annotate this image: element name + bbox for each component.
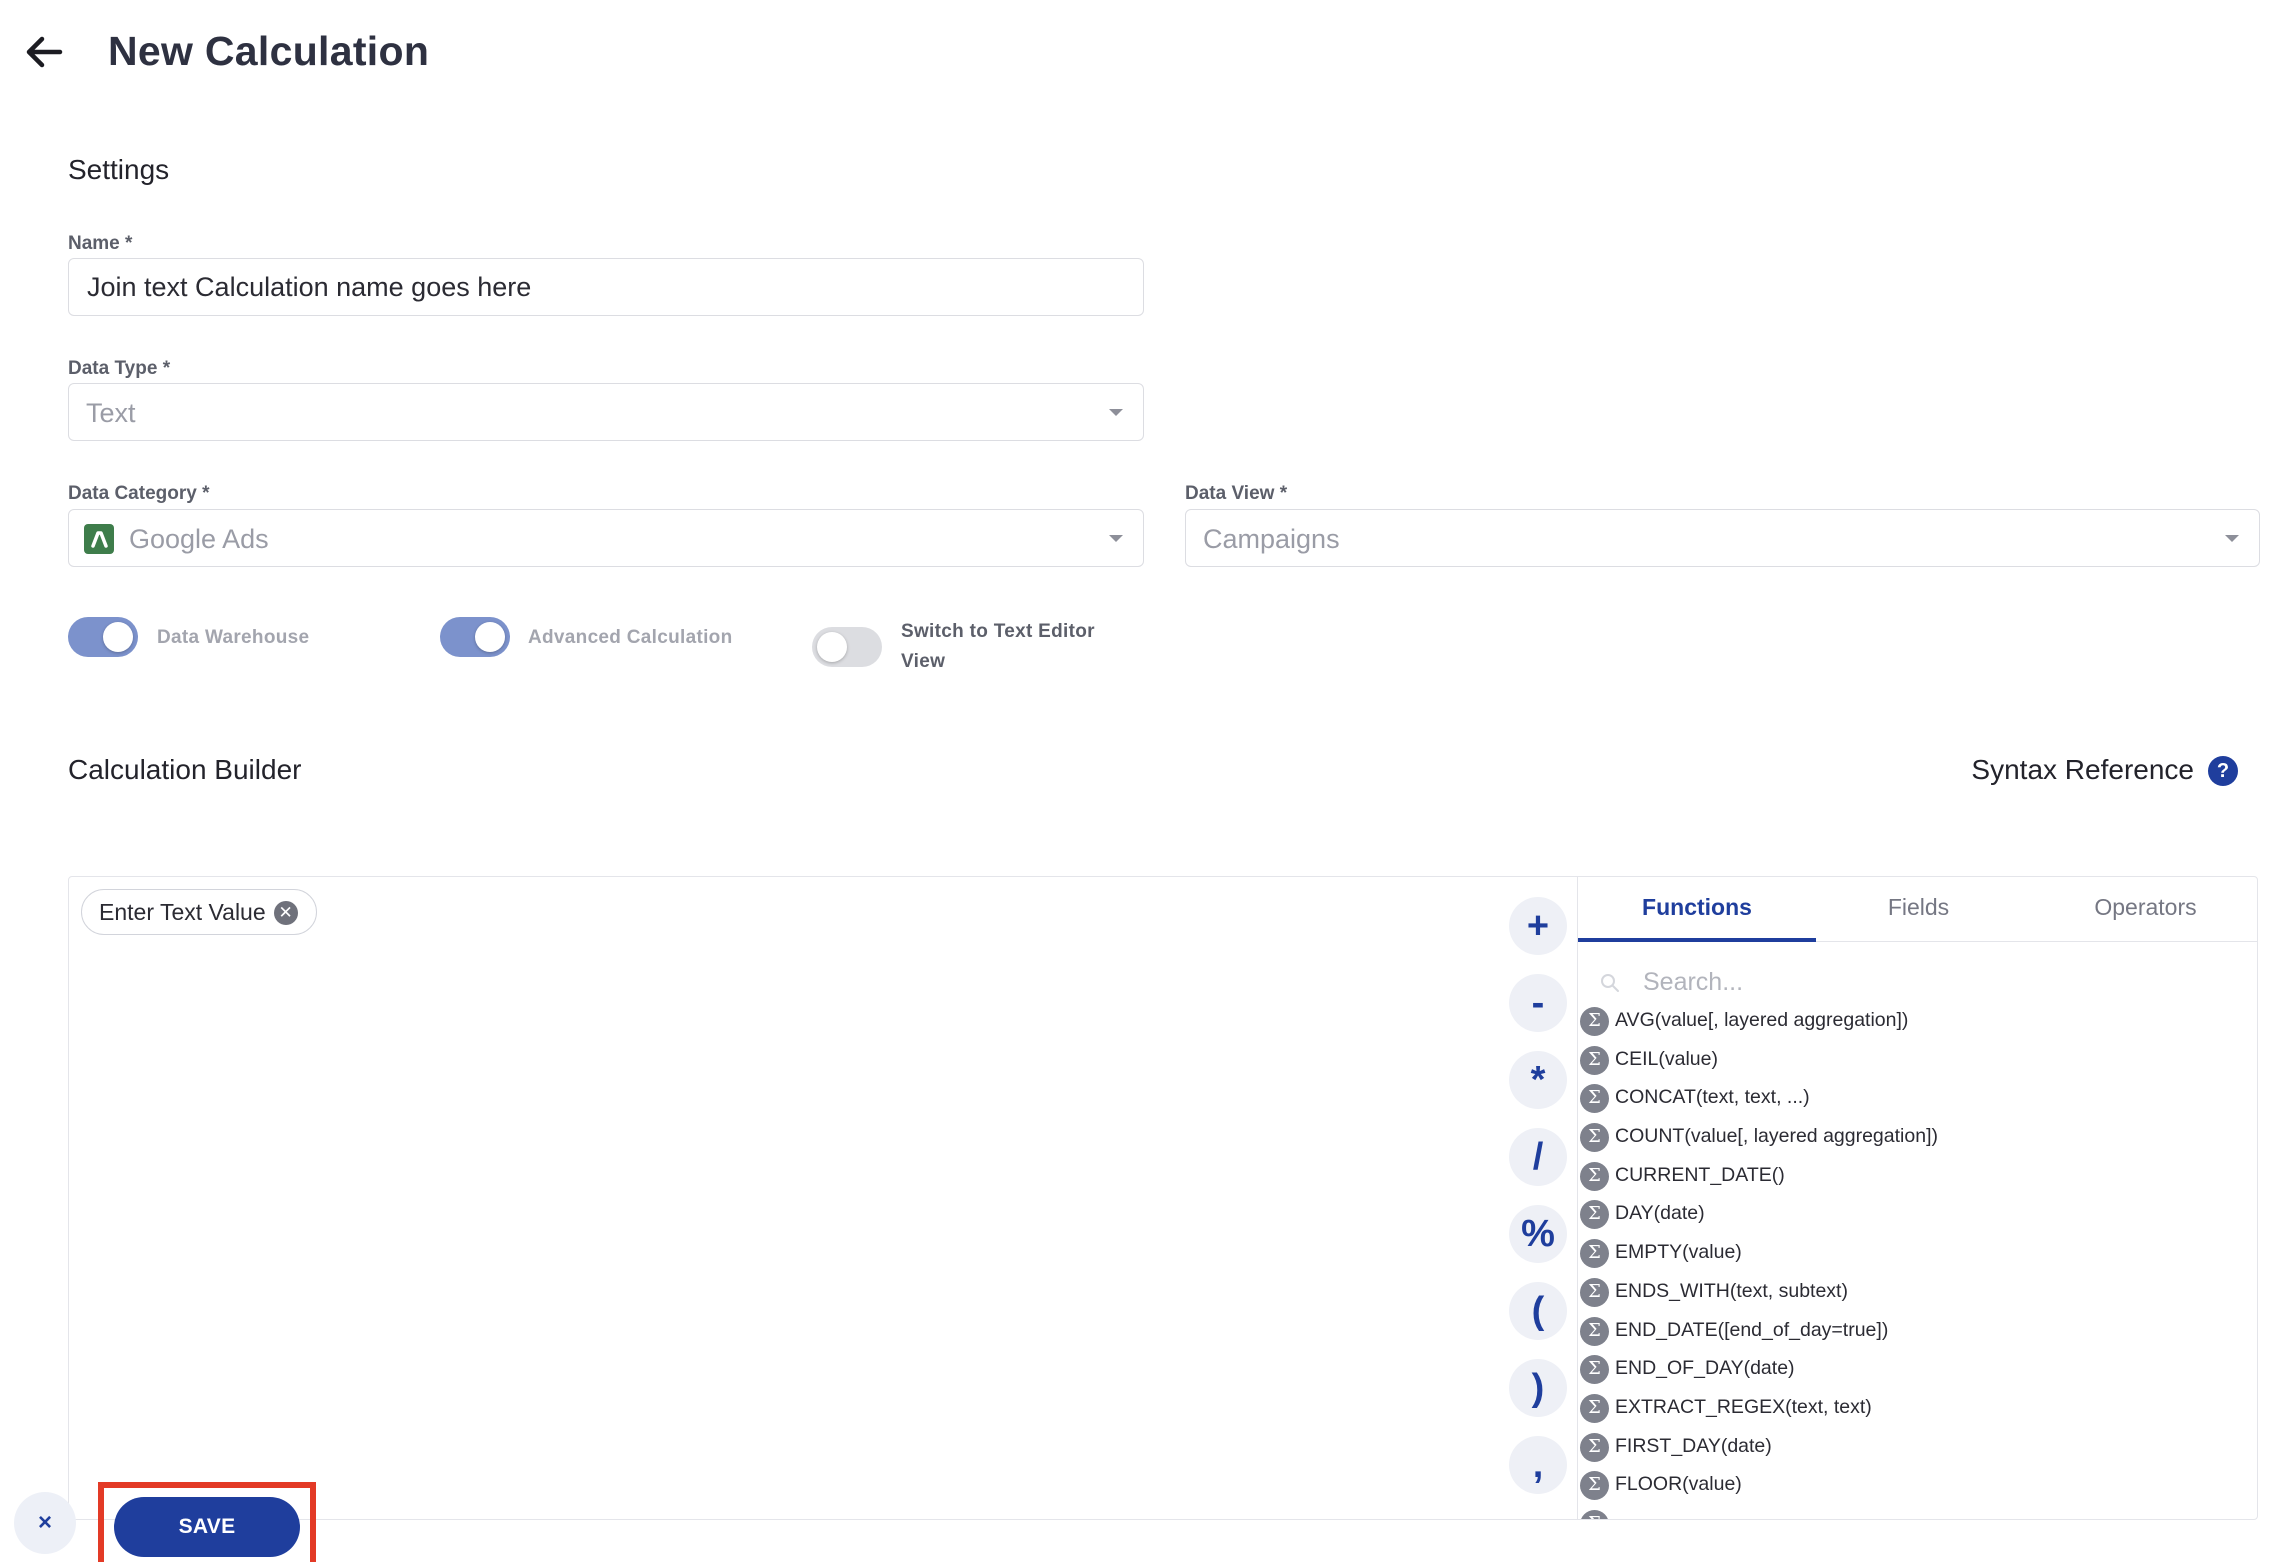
function-item[interactable]: Σ FLOOR(value) [1578, 1467, 2258, 1506]
tab-fields[interactable]: Fields [1805, 877, 2032, 942]
function-panel: Functions Fields Operators Σ AVG(value[, … [1577, 877, 2258, 1519]
function-name: DAY(date) [1615, 1202, 1705, 1225]
sigma-icon: Σ [1580, 1277, 1609, 1307]
sigma-icon: Σ [1580, 1007, 1609, 1036]
data-view-label: Data View * [1185, 483, 1288, 504]
sigma-icon: Σ [1580, 1200, 1609, 1230]
operator-percent-button[interactable]: % [1509, 1205, 1567, 1263]
sigma-icon: Σ [1580, 1123, 1609, 1153]
name-field[interactable] [68, 258, 1144, 316]
data-category-value: Google Ads [129, 524, 269, 554]
data-view-value: Campaigns [1203, 524, 1340, 554]
operator-plus-button[interactable]: + [1509, 897, 1567, 955]
operator-multiply-button[interactable]: * [1509, 1051, 1567, 1109]
data-type-select[interactable]: Text [68, 383, 1144, 441]
question-circle-icon[interactable]: ? [2208, 756, 2238, 786]
cancel-button[interactable]: × [14, 1492, 76, 1554]
toggle-knob [475, 622, 505, 652]
function-search [1578, 957, 2258, 1007]
function-item[interactable]: Σ ENDS_WITH(text, subtext) [1578, 1274, 2258, 1313]
operator-minus-button[interactable]: - [1509, 974, 1567, 1032]
caret-down-icon [1109, 535, 1123, 542]
function-item[interactable]: Σ AVG(value[, layered aggregation]) [1578, 1003, 2258, 1042]
function-item[interactable]: Σ CURRENT_DATE() [1578, 1158, 2258, 1197]
function-name: CURRENT_DATE() [1615, 1163, 1785, 1186]
calculation-builder-heading: Calculation Builder [68, 754, 302, 785]
settings-heading: Settings [68, 154, 170, 185]
function-name: ENDS_WITH(text, subtext) [1615, 1279, 1848, 1302]
function-name: FIRST_DAY(date) [1615, 1434, 1772, 1457]
sigma-icon: Σ [1580, 1084, 1609, 1114]
page-title: New Calculation [108, 28, 430, 74]
name-input[interactable] [69, 259, 1143, 315]
sigma-icon: Σ [1580, 1393, 1609, 1423]
sigma-icon: Σ [1580, 1509, 1609, 1519]
google-ads-logo-icon [84, 524, 114, 554]
function-name: CONCAT(text, text, ...) [1615, 1086, 1810, 1109]
toggle-knob [817, 632, 847, 662]
function-list: Σ AVG(value[, layered aggregation]) Σ CEIL… [1578, 1003, 2258, 1519]
calculation-builder[interactable]: Enter Text Value ✕ + - * / % ( ) , Funct… [68, 876, 2258, 1520]
function-name: COUNT(value[, layered aggregation]) [1615, 1125, 1938, 1148]
operator-open-paren-button[interactable]: ( [1509, 1282, 1567, 1340]
tab-operators[interactable]: Operators [2032, 877, 2258, 942]
function-item[interactable]: Σ CONCAT(text, text, ...) [1578, 1080, 2258, 1119]
text-editor-toggle[interactable] [812, 627, 882, 667]
function-item[interactable]: Σ DAY(date) [1578, 1196, 2258, 1235]
advanced-calculation-toggle[interactable] [440, 617, 510, 657]
toggle-knob [103, 622, 133, 652]
data-type-value: Text [86, 398, 136, 428]
function-item[interactable]: Σ EMPTY(value) [1578, 1235, 2258, 1274]
sigma-icon: Σ [1580, 1239, 1609, 1269]
sigma-icon: Σ [1580, 1432, 1609, 1462]
function-item[interactable]: Σ CEIL(value) [1578, 1042, 2258, 1081]
sigma-icon: Σ [1580, 1161, 1609, 1191]
function-name: EMPTY(value) [1615, 1241, 1742, 1264]
panel-tabs: Functions Fields Operators [1578, 877, 2258, 942]
syntax-reference-link[interactable]: Syntax Reference [1971, 754, 2194, 786]
function-name: END_DATE([end_of_day=true]) [1615, 1318, 1889, 1341]
function-name: EXTRACT_REGEX(text, text) [1615, 1395, 1872, 1418]
function-name: END_OF_DAY(date) [1615, 1357, 1795, 1380]
caret-down-icon [2225, 535, 2239, 542]
sigma-icon: Σ [1580, 1471, 1609, 1501]
sigma-icon: Σ [1580, 1316, 1609, 1346]
data-category-select[interactable]: Google Ads [68, 509, 1144, 567]
tab-functions[interactable]: Functions [1578, 877, 1816, 942]
function-item[interactable]: Σ END_DATE([end_of_day=true]) [1578, 1313, 2258, 1352]
name-label: Name * [68, 233, 133, 254]
function-name: AVG(value[, layered aggregation]) [1615, 1009, 1909, 1031]
chip-label: Enter Text Value [99, 899, 266, 925]
operator-comma-button[interactable]: , [1509, 1436, 1567, 1494]
search-input[interactable] [1643, 962, 2203, 1002]
arrow-left-icon [26, 36, 63, 68]
function-item[interactable]: Σ END_OF_DAY(date) [1578, 1351, 2258, 1390]
page-header: New Calculation [0, 0, 2290, 110]
sigma-icon: Σ [1580, 1045, 1609, 1075]
data-type-label: Data Type * [68, 358, 171, 379]
operator-divide-button[interactable]: / [1509, 1128, 1567, 1186]
text-editor-label: Switch to Text Editor View [901, 621, 1095, 672]
function-item[interactable]: Σ EXTRACT_REGEX(text, text) [1578, 1390, 2258, 1429]
function-name: CEIL(value) [1615, 1047, 1718, 1070]
back-button[interactable] [22, 30, 66, 74]
data-category-label: Data Category * [68, 483, 210, 504]
sigma-icon: Σ [1580, 1355, 1609, 1385]
data-warehouse-toggle[interactable] [68, 617, 138, 657]
operator-close-paren-button[interactable]: ) [1509, 1359, 1567, 1417]
function-item[interactable]: Σ [1578, 1506, 2258, 1519]
text-value-chip[interactable]: Enter Text Value ✕ [81, 889, 317, 935]
search-icon [1601, 974, 1619, 992]
advanced-calculation-label: Advanced Calculation [528, 627, 733, 648]
function-item[interactable]: Σ FIRST_DAY(date) [1578, 1429, 2258, 1468]
caret-down-icon [1109, 409, 1123, 416]
function-name: FLOOR(value) [1615, 1473, 1742, 1496]
save-button[interactable]: SAVE [114, 1497, 300, 1557]
remove-chip-icon[interactable]: ✕ [273, 901, 298, 925]
data-warehouse-label: Data Warehouse [157, 627, 310, 648]
function-item[interactable]: Σ COUNT(value[, layered aggregation]) [1578, 1119, 2258, 1158]
data-view-select[interactable]: Campaigns [1185, 509, 2260, 567]
